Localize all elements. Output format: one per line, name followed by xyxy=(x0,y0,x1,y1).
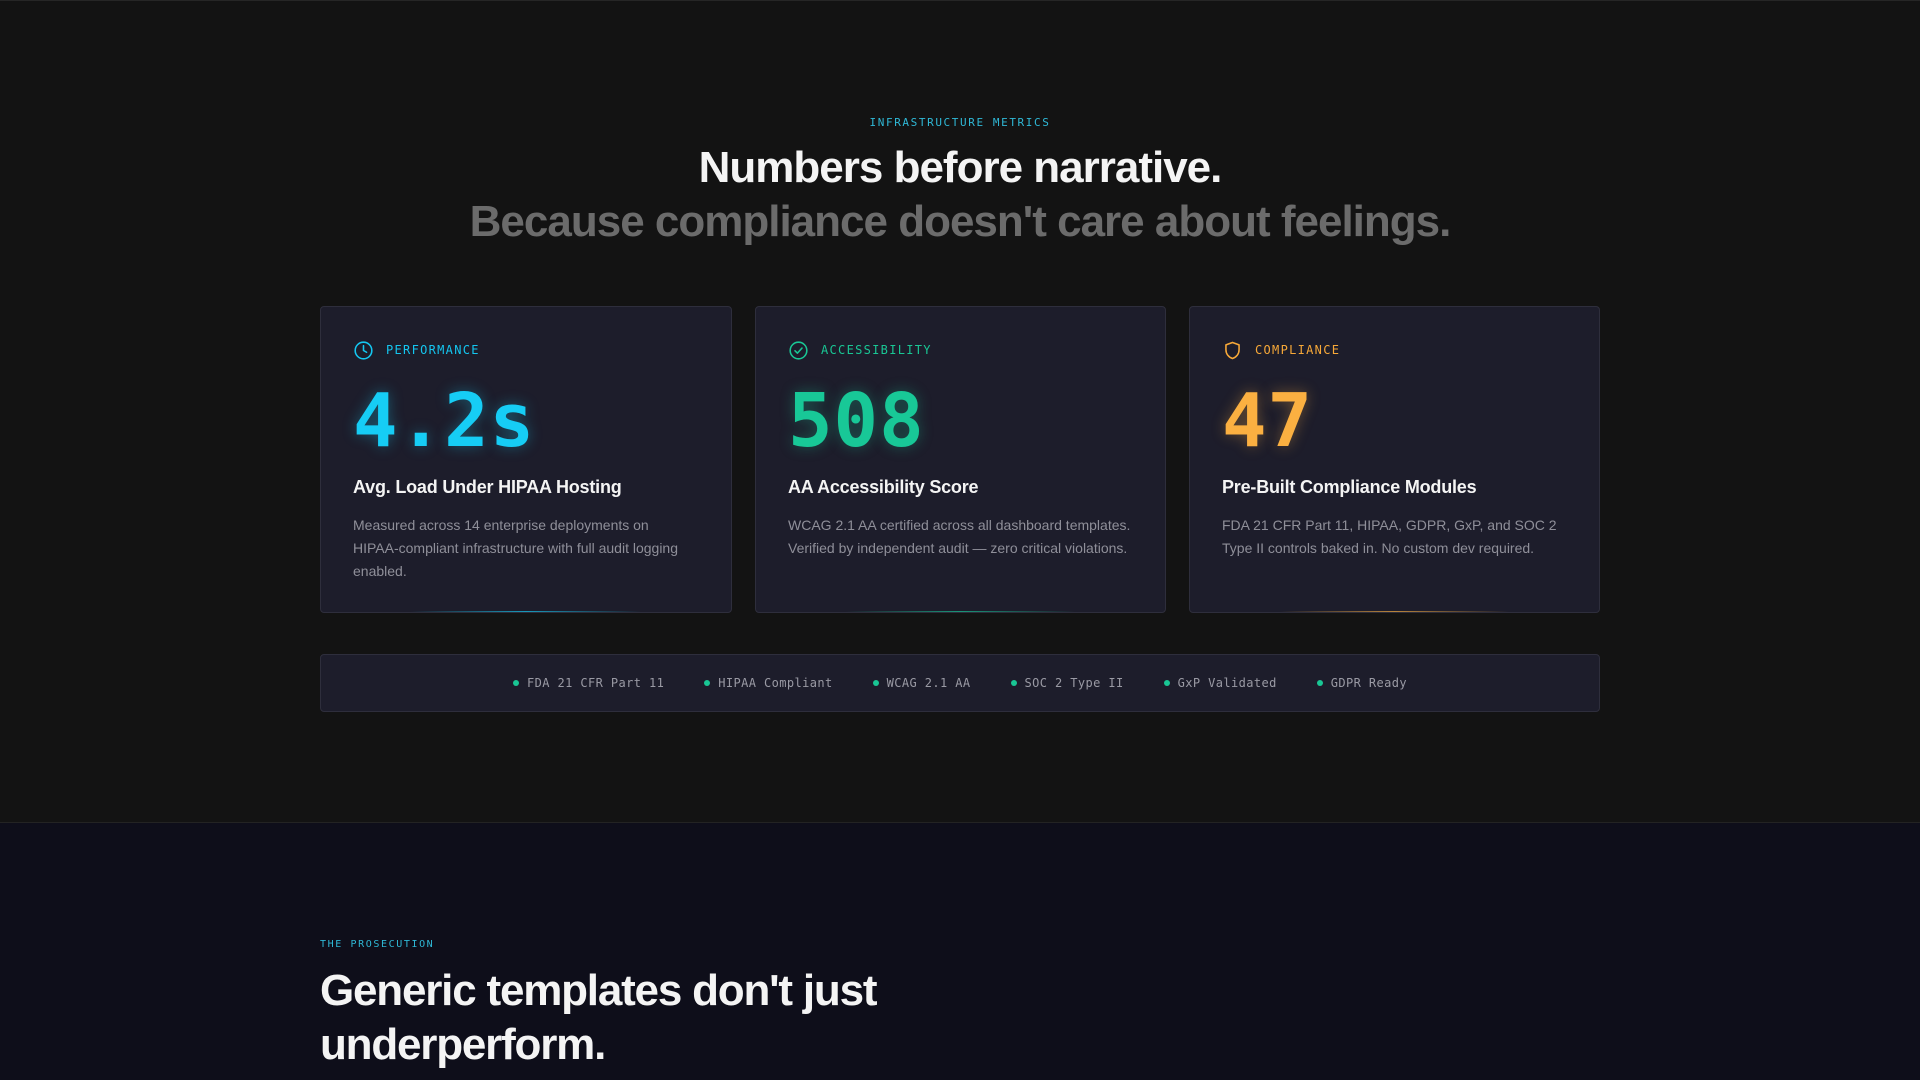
card-description: FDA 21 CFR Part 11, HIPAA, GDPR, GxP, an… xyxy=(1222,517,1557,556)
card-header: COMPLIANCE xyxy=(1222,340,1340,360)
card-label: COMPLIANCE xyxy=(1255,343,1341,357)
badge-soc2: SOC 2 Type II xyxy=(1010,676,1124,690)
status-dot-icon xyxy=(513,680,519,686)
metric-card-compliance: COMPLIANCE 47 Pre-Built Compliance Modul… xyxy=(1189,306,1600,613)
shield-icon xyxy=(1222,340,1243,361)
badge-hipaa: HIPAA Compliant xyxy=(704,676,832,690)
badge-label: GxP Validated xyxy=(1177,676,1277,690)
metric-card-accessibility: ACCESSIBILITY 508 AA Accessibility Score… xyxy=(755,306,1166,613)
card-title: AA Accessibility Score xyxy=(788,477,979,497)
card-accent-line xyxy=(1280,611,1509,612)
metrics-headline: Numbers before narrative. xyxy=(698,143,1223,192)
card-label: PERFORMANCE xyxy=(386,343,480,357)
prosecution-section: THE PROSECUTION Generic templates don't … xyxy=(0,823,1920,1080)
card-description: WCAG 2.1 AA certified across all dashboa… xyxy=(788,517,1131,556)
metric-card-performance: PERFORMANCE 4.2s Avg. Load Under HIPAA H… xyxy=(320,306,732,613)
card-title: Pre-Built Compliance Modules xyxy=(1222,477,1477,497)
badge-label: GDPR Ready xyxy=(1330,676,1407,690)
card-value: 4.2s xyxy=(353,378,536,464)
card-header: ACCESSIBILITY xyxy=(788,340,932,360)
prosecution-eyebrow: THE PROSECUTION xyxy=(320,939,435,950)
metrics-section: INFRASTRUCTURE METRICS Numbers before na… xyxy=(0,0,1920,823)
status-dot-icon xyxy=(704,680,711,686)
prosecution-heading: Generic templates don't just underperfor… xyxy=(320,966,878,1069)
status-dot-icon xyxy=(1316,680,1323,686)
metrics-subline: Because compliance doesn't care about fe… xyxy=(469,197,1452,246)
card-value: 47 xyxy=(1222,378,1314,464)
badge-label: WCAG 2.1 AA xyxy=(886,676,971,690)
metrics-eyebrow: INFRASTRUCTURE METRICS xyxy=(869,116,1051,129)
card-title: Avg. Load Under HIPAA Hosting xyxy=(353,477,622,497)
badge-label: HIPAA Compliant xyxy=(718,676,833,690)
status-dot-icon xyxy=(1010,680,1017,686)
clock-icon xyxy=(353,340,374,361)
badge-wcag: WCAG 2.1 AA xyxy=(872,676,971,690)
badge-label: SOC 2 Type II xyxy=(1024,676,1124,690)
badge-gdpr: GDPR Ready xyxy=(1316,676,1407,690)
card-description: Measured across 14 enterprise deployment… xyxy=(353,517,679,579)
status-dot-icon xyxy=(872,680,879,686)
badge-fda: FDA 21 CFR Part 11 xyxy=(513,676,664,690)
badge-gxp: GxP Validated xyxy=(1163,676,1277,690)
status-dot-icon xyxy=(1163,680,1170,686)
metric-cards: PERFORMANCE 4.2s Avg. Load Under HIPAA H… xyxy=(320,306,1600,613)
card-label: ACCESSIBILITY xyxy=(821,343,932,357)
card-value: 508 xyxy=(788,378,925,464)
card-accent-line xyxy=(846,611,1075,612)
card-header: PERFORMANCE xyxy=(353,340,480,360)
compliance-badge-bar: FDA 21 CFR Part 11 HIPAA Compliant WCAG … xyxy=(320,654,1600,712)
check-circle-icon xyxy=(788,340,809,361)
card-accent-line xyxy=(411,611,641,612)
badge-label: FDA 21 CFR Part 11 xyxy=(527,676,665,690)
